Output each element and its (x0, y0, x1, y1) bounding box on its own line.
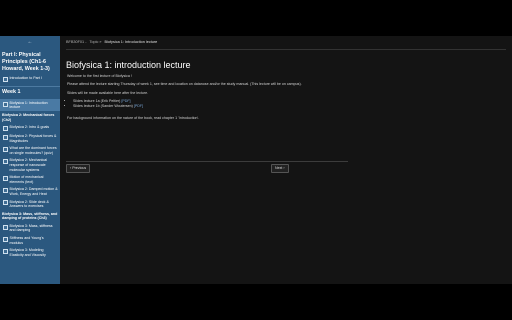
sidebar-item-label: Motion of mechanical elements (text) (9, 175, 44, 184)
sidebar-item[interactable]: Biofysica 2: Damped motion & Work, Energ… (0, 186, 60, 198)
breadcrumb: BFB30F01 - Topic » Biofysica 1: Introduc… (66, 40, 157, 44)
sidebar-group-title[interactable]: Biofysica 2: Mechanical forces (Ch2) (0, 111, 60, 123)
checkbox-icon (3, 188, 8, 194)
checkbox-icon (3, 224, 8, 230)
sidebar-item-label: Biofysica 2: Damped motion & Work, Energ… (9, 187, 58, 196)
background-info-text: For background information on the nature… (67, 116, 200, 121)
nav-divider (66, 161, 348, 162)
sidebar-item[interactable]: Stiffness and Young's modulus (0, 235, 60, 247)
attendance-text: Please attend the lecture starting Thurs… (67, 82, 302, 87)
slides-list: Slides lecture 1a (Erik Peltier) [PDF] S… (67, 99, 487, 109)
sidebar-item[interactable]: What are the dominant forces on single m… (0, 145, 60, 157)
sidebar-item-label: Biofysica 2: Mechanical response of nano… (9, 158, 48, 172)
checkbox-icon (3, 76, 8, 82)
slides-link-1a[interactable]: Slides lecture 1a (Erik Peltier) (73, 99, 120, 103)
sidebar-part-title[interactable]: Part I: Physical Principles (Ch1-6 Howar… (0, 47, 60, 75)
sidebar-item-label: Stiffness and Young's modulus (9, 236, 44, 245)
pdf-icon[interactable]: [PDF] (121, 99, 130, 103)
sidebar: ← Part I: Physical Principles (Ch1-6 How… (0, 36, 60, 284)
previous-button[interactable]: ‹ Previous (66, 164, 91, 173)
sidebar-item[interactable]: Biofysica 2: Physical forces & Magnitude… (0, 132, 60, 144)
page-title: Biofysica 1: introduction lecture (66, 60, 191, 70)
checkbox-icon (3, 175, 8, 181)
sidebar-item[interactable]: Motion of mechanical elements (text) (0, 174, 60, 186)
checkbox-icon (3, 101, 8, 107)
pdf-icon[interactable]: [PDF] (134, 104, 143, 108)
sidebar-item-label: Biofysica 2: Physical forces & Magnitude… (9, 133, 57, 143)
checkbox-icon (3, 146, 8, 152)
main-content: BFB30F01 - Topic » Biofysica 1: Introduc… (60, 36, 512, 284)
checkbox-icon (3, 159, 8, 165)
sidebar-item-label: Biofysica 1: Introduction lecture (9, 100, 48, 110)
sidebar-item-introduction[interactable]: Introduction to Part I (0, 75, 60, 83)
checkbox-icon (3, 249, 8, 255)
sidebar-item[interactable]: Biofysica 2: Mechanical response of nano… (0, 157, 60, 174)
breadcrumb-current: Biofysica 1: Introduction lecture (104, 40, 158, 44)
welcome-text: Welcome to the first lecture of Biofysic… (67, 74, 132, 78)
checkbox-icon (3, 134, 8, 140)
next-button[interactable]: Next › (271, 164, 289, 173)
sidebar-toggle-button[interactable]: ← (0, 36, 60, 47)
sidebar-items: Biofysica 1: Introduction lecture Biofysi… (0, 99, 60, 259)
sidebar-item[interactable]: Biofysica 3: Mass, stiffness and damping (0, 222, 60, 234)
breadcrumb-divider (66, 49, 506, 50)
sidebar-week-title[interactable]: Week 1 (0, 86, 60, 99)
sidebar-item[interactable]: Biofysica 3: Modeling Elasticity and Vis… (0, 247, 60, 259)
sidebar-item-label: Biofysica 2: Intro & goals (9, 125, 50, 130)
list-item: Slides lecture 1b (Sander Woutersen) [PD… (73, 104, 487, 109)
checkbox-icon (3, 125, 8, 131)
arrow-left-icon: ← (27, 39, 33, 45)
slides-link-1b[interactable]: Slides lecture 1b (Sander Woutersen) (73, 104, 133, 108)
breadcrumb-topic[interactable]: Topic » (89, 40, 101, 44)
sidebar-group-title[interactable]: Biofysica 3: Mass, stiffness, and dampin… (0, 210, 60, 222)
sidebar-item-label: Biofysica 2: Slide deck & Answers to exe… (9, 199, 49, 209)
viewport: ← Part I: Physical Principles (Ch1-6 How… (0, 36, 512, 284)
sidebar-item-label: What are the dominant forces on single m… (9, 146, 57, 155)
breadcrumb-course[interactable]: BFB30F01 - (66, 40, 86, 44)
sidebar-item[interactable]: Biofysica 2: Slide deck & Answers to exe… (0, 198, 60, 210)
lecture-content: Welcome to the first lecture of Biofysic… (67, 74, 487, 125)
slides-note: Slides will be made available here after… (67, 90, 149, 95)
sidebar-item-label: Introduction to Part I (9, 76, 42, 80)
checkbox-icon (3, 200, 8, 206)
sidebar-item-label: Biofysica 3: Modeling Elasticity and Vis… (9, 248, 46, 257)
sidebar-item[interactable]: Biofysica 2: Intro & goals (0, 124, 60, 133)
sidebar-item[interactable]: Biofysica 1: Introduction lecture (0, 99, 60, 112)
sidebar-item-label: Biofysica 3: Mass, stiffness and damping (9, 223, 53, 233)
checkbox-icon (3, 236, 8, 242)
